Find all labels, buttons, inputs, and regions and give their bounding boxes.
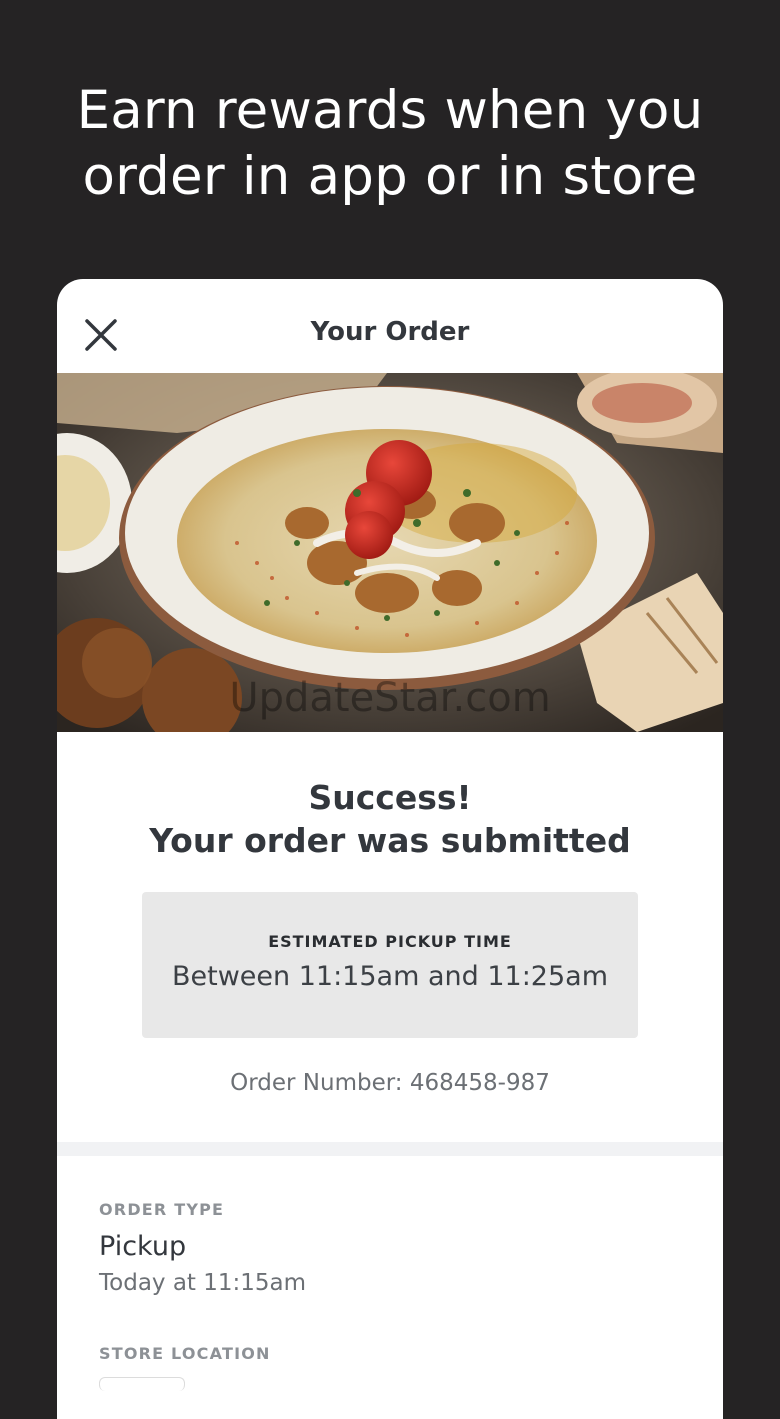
- order-type-time: Today at 11:15am: [99, 1270, 307, 1296]
- promo-headline: Earn rewards when you order in app or in…: [0, 78, 780, 210]
- success-subheading: Your order was submitted: [149, 821, 631, 860]
- order-details: ORDER TYPE Pickup Today at 11:15am STORE…: [57, 1156, 723, 1391]
- store-location-label: STORE LOCATION: [99, 1344, 271, 1363]
- success-heading: Success!: [308, 778, 472, 817]
- order-type-label: ORDER TYPE: [99, 1200, 225, 1219]
- hero-watermark: UpdateStar.com: [229, 675, 550, 721]
- pickup-label: ESTIMATED PICKUP TIME: [268, 932, 512, 951]
- pickup-time: Between 11:15am and 11:25am: [172, 961, 608, 992]
- order-number: Order Number: 468458-987: [230, 1070, 550, 1096]
- hero-food-image: UpdateStar.com: [57, 373, 723, 732]
- store-location-chip[interactable]: [99, 1377, 185, 1391]
- promo-headline-line2: order in app or in store: [82, 146, 698, 207]
- section-divider: [57, 1142, 723, 1156]
- estimated-pickup-box: ESTIMATED PICKUP TIME Between 11:15am an…: [142, 892, 638, 1038]
- card-header: Your Order: [57, 279, 723, 373]
- card-title: Your Order: [310, 317, 470, 347]
- order-type-value: Pickup: [99, 1231, 187, 1262]
- food-photo: UpdateStar.com: [57, 373, 723, 732]
- order-card: Your Order UpdateStar.com Success! Your …: [57, 279, 723, 1419]
- success-message: Success! Your order was submitted: [57, 776, 723, 862]
- promo-headline-line1: Earn rewards when you: [76, 80, 704, 141]
